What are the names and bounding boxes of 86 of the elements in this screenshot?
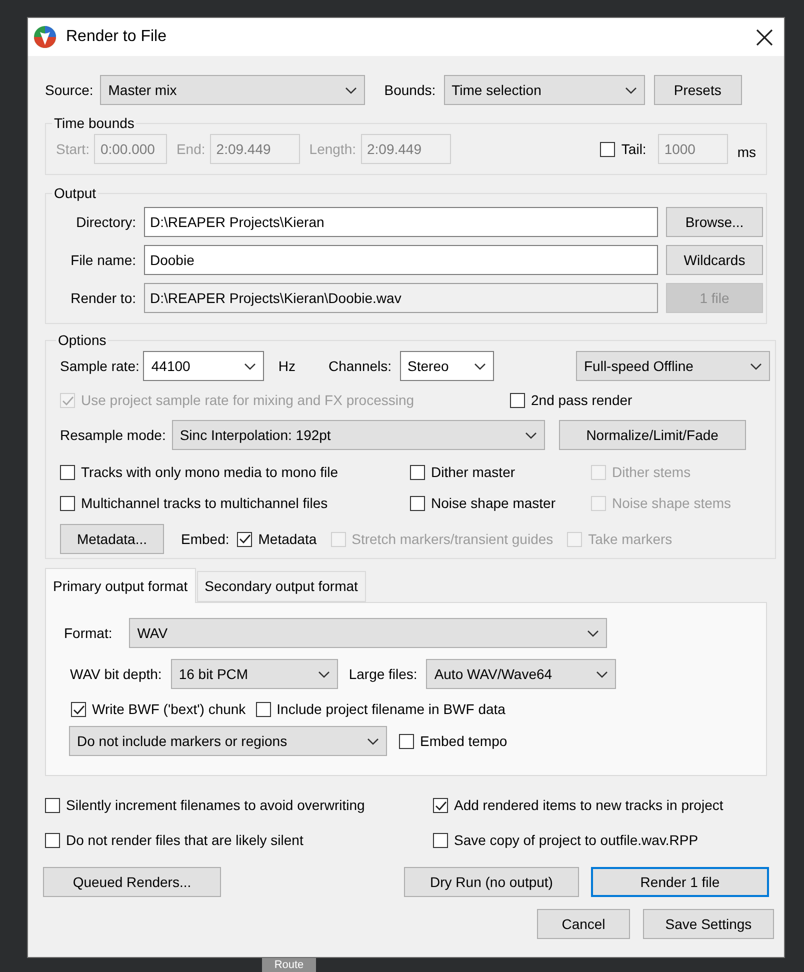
checkbox[interactable] xyxy=(433,833,448,848)
window-title: Render to File xyxy=(66,27,166,47)
input-field[interactable]: D:\REAPER Projects\Kieran xyxy=(144,207,658,237)
button[interactable]: Render 1 file xyxy=(591,867,769,897)
checkbox[interactable] xyxy=(45,833,60,848)
checkbox-label[interactable]: Do not render files that are likely silent xyxy=(66,830,304,851)
caret-icon xyxy=(367,738,379,744)
button[interactable]: Presets xyxy=(654,75,742,105)
field-label: WAV bit depth: xyxy=(70,664,162,684)
tab[interactable]: Primary output format xyxy=(45,568,196,603)
field-label: Embed: xyxy=(181,530,230,548)
field-label: Length: xyxy=(309,140,356,159)
checkbox[interactable] xyxy=(71,702,86,717)
checkbox[interactable] xyxy=(600,142,616,156)
checkbox-label[interactable]: Noise shape master xyxy=(431,493,556,514)
field-label: Bounds: xyxy=(384,80,436,100)
checkbox[interactable] xyxy=(410,496,425,511)
caret-icon xyxy=(345,86,358,94)
checkbox[interactable] xyxy=(399,734,414,748)
checkbox-label[interactable]: Multichannel tracks to multichannel files xyxy=(81,493,328,514)
field-label: Channels: xyxy=(328,356,392,376)
checkbox-label[interactable]: Write BWF ('bext') chunk xyxy=(92,699,246,720)
checkbox[interactable] xyxy=(256,702,271,717)
dropdown[interactable]: Do not include markers or regions xyxy=(69,726,387,756)
group-title: Options xyxy=(57,331,108,350)
checkbox-label[interactable]: 2nd pass render xyxy=(531,390,632,411)
caret-icon xyxy=(624,86,637,94)
dropdown[interactable]: Full-speed Offline xyxy=(576,351,770,381)
dropdown[interactable]: 16 bit PCM xyxy=(170,659,338,689)
caret-icon xyxy=(596,670,608,678)
field-label: Directory: xyxy=(75,212,136,232)
dropdown[interactable]: Stereo xyxy=(400,351,494,381)
field-label: Sample rate: xyxy=(60,356,140,376)
checkbox[interactable] xyxy=(60,465,75,480)
button[interactable]: Wildcards xyxy=(666,245,763,275)
caret-icon xyxy=(244,362,256,370)
field-label: Resample mode: xyxy=(60,426,166,445)
input-field[interactable]: 1000 xyxy=(658,134,728,164)
input-field[interactable]: D:\REAPER Projects\Kieran\Doobie.wav xyxy=(144,283,658,313)
dropdown[interactable]: Master mix xyxy=(100,75,366,105)
checkbox-label[interactable]: Silently increment filenames to avoid overwriting xyxy=(66,795,365,816)
caret-icon xyxy=(524,432,537,438)
checkbox[interactable] xyxy=(433,798,448,813)
dropdown[interactable]: WAV xyxy=(129,618,608,648)
group-title: Time bounds xyxy=(53,114,136,133)
checkbox[interactable] xyxy=(510,393,525,408)
field-label: Format: xyxy=(64,624,112,642)
field-label: Large files: xyxy=(348,664,418,684)
checkbox[interactable] xyxy=(237,532,252,546)
dropdown[interactable]: Time selection xyxy=(444,75,645,105)
checkbox-label[interactable]: Dither master xyxy=(431,462,516,483)
checkbox[interactable] xyxy=(410,465,425,480)
checkbox-label[interactable]: Metadata xyxy=(258,528,317,550)
field-label: ms xyxy=(737,142,756,162)
dropdown[interactable]: Sinc Interpolation: 192pt xyxy=(172,420,545,450)
tab[interactable]: Secondary output format xyxy=(196,571,366,602)
checkbox-label[interactable]: Save copy of project to outfile.wav.RPP xyxy=(454,830,698,851)
group-title: Output xyxy=(53,184,98,203)
field-label: Source: xyxy=(45,80,94,100)
checkbox-label[interactable]: Embed tempo xyxy=(420,730,508,752)
checkbox-label[interactable]: Tail: xyxy=(621,138,646,160)
dropdown[interactable]: Auto WAV/Wave64 xyxy=(426,659,616,689)
caret-icon xyxy=(587,630,600,636)
field-label: Render to: xyxy=(70,288,136,308)
caret-icon xyxy=(474,362,486,370)
button[interactable]: Metadata... xyxy=(60,524,164,554)
button[interactable]: Dry Run (no output) xyxy=(404,867,579,897)
caret-icon xyxy=(318,670,330,678)
input-field[interactable]: Doobie xyxy=(144,245,658,275)
dropdown[interactable]: 44100 xyxy=(143,351,264,381)
field-label: File name: xyxy=(70,250,136,270)
checkbox-label[interactable]: Tracks with only mono media to mono file xyxy=(81,462,338,483)
checkbox-label[interactable]: Include project filename in BWF data xyxy=(276,699,506,720)
checkbox-label[interactable]: Add rendered items to new tracks in project xyxy=(454,795,724,816)
field-label: End: xyxy=(176,140,206,158)
checkbox[interactable] xyxy=(45,798,60,813)
button[interactable]: Browse... xyxy=(666,207,763,237)
button[interactable]: Queued Renders... xyxy=(43,867,221,897)
field-label: Hz xyxy=(278,356,296,376)
button[interactable]: Normalize/Limit/Fade xyxy=(558,420,746,450)
checkbox[interactable] xyxy=(60,496,75,511)
field-label: Start: xyxy=(56,140,90,158)
button[interactable]: Save Settings xyxy=(643,909,774,939)
logo-icon xyxy=(33,25,57,49)
caret-icon xyxy=(750,362,762,370)
button[interactable]: Cancel xyxy=(537,909,630,939)
